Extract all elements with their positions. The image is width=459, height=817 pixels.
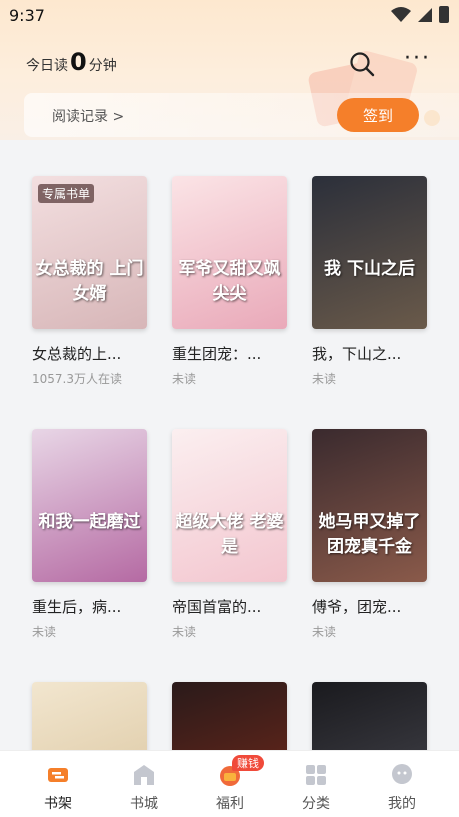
book-cover[interactable]: 超级大佬 老婆是 (172, 429, 287, 582)
category-icon (306, 765, 326, 785)
cover-title: 她马甲又掉了 团宠真千金 (318, 512, 421, 557)
more-menu-icon[interactable]: ··· (404, 48, 432, 74)
book-cover[interactable]: 她马甲又掉了 团宠真千金 (312, 429, 427, 582)
book-item[interactable] (172, 682, 288, 750)
book-title: 傅爷，团宠... (312, 598, 402, 616)
cover-title: 我 下山之后 (324, 259, 415, 279)
book-title: 帝国首富的... (172, 598, 262, 616)
book-title: 重生团宠：... (172, 345, 262, 363)
tab-welfare[interactable]: 赚钱福利 (190, 751, 270, 817)
tab-profile[interactable]: 我的 (362, 751, 442, 817)
profile-icon (392, 764, 412, 784)
earn-badge: 赚钱 (232, 755, 264, 771)
status-icons (391, 6, 449, 23)
tab-label: 我的 (388, 796, 416, 812)
bookshelf-icon (48, 768, 68, 782)
book-status: 未读 (312, 625, 337, 639)
tab-label: 福利 (216, 796, 244, 812)
cover-title: 女总裁的 上门女婿 (35, 259, 144, 304)
reading-prefix: 今日读 (26, 58, 68, 74)
book-cover[interactable]: 我 下山之后 (312, 176, 427, 329)
tab-label: 书城 (130, 796, 158, 812)
tab-bookshelf[interactable]: 书架 (18, 751, 98, 817)
bookshelf-grid: 女总裁的 上门女婿 专属书单女总裁的上... 1057.3万人在读 军爷又甜又飒 尖尖… (0, 140, 459, 750)
tab-bookstore[interactable]: 书城 (104, 751, 184, 817)
exclusive-list-badge: 专属书单 (38, 184, 95, 203)
book-cover[interactable]: 和我一起磨过 (32, 429, 147, 582)
reading-minutes: 0 (70, 48, 87, 76)
book-cover[interactable] (312, 682, 427, 750)
book-title: 我，下山之... (312, 345, 402, 363)
book-item[interactable]: 我 下山之后我，下山之... 未读 (312, 176, 428, 387)
cover-title: 超级大佬 老婆是 (175, 512, 284, 557)
tab-category[interactable]: 分类 (276, 751, 356, 817)
book-item[interactable]: 她马甲又掉了 团宠真千金傅爷，团宠... 未读 (312, 429, 428, 640)
book-status: 未读 (32, 625, 57, 639)
checkin-button[interactable]: 签到 (337, 98, 419, 132)
book-status: 1057.3万人在读 (32, 372, 122, 386)
search-icon[interactable] (348, 50, 376, 78)
book-status: 未读 (172, 372, 197, 386)
cover-title: 军爷又甜又飒 尖尖 (178, 259, 281, 304)
bookstore-icon (134, 765, 154, 785)
battery-icon (439, 6, 449, 23)
book-item[interactable] (32, 682, 148, 750)
book-cover[interactable] (32, 682, 147, 750)
book-title: 女总裁的上... (32, 345, 122, 363)
signal-icon (418, 7, 432, 22)
book-item[interactable]: 军爷又甜又飒 尖尖重生团宠：... 未读 (172, 176, 288, 387)
bottom-tab-bar: 书架 书城 赚钱 福利 分类 我的 (0, 750, 459, 817)
book-cover[interactable]: 女总裁的 上门女婿 专属书单 (32, 176, 147, 329)
reading-history-link[interactable]: 阅读记录 > (52, 106, 124, 126)
reading-today: 今日读 0 分钟 (26, 48, 117, 76)
book-status: 未读 (312, 372, 337, 386)
book-item[interactable] (312, 682, 428, 750)
book-item[interactable]: 和我一起磨过重生后，病... 未读 (32, 429, 148, 640)
book-cover[interactable] (172, 682, 287, 750)
cover-title: 和我一起磨过 (38, 512, 141, 532)
tab-label: 分类 (302, 796, 330, 812)
tab-label: 书架 (44, 796, 72, 812)
book-status: 未读 (172, 625, 197, 639)
book-item[interactable]: 女总裁的 上门女婿 专属书单女总裁的上... 1057.3万人在读 (32, 176, 148, 387)
book-item[interactable]: 超级大佬 老婆是帝国首富的... 未读 (172, 429, 288, 640)
status-bar: 9:37 (0, 0, 459, 32)
status-time: 9:37 (9, 6, 45, 25)
wifi-icon (391, 6, 411, 22)
book-title: 重生后，病... (32, 598, 122, 616)
book-cover[interactable]: 军爷又甜又飒 尖尖 (172, 176, 287, 329)
history-bar: 阅读记录 > 签到 (24, 93, 459, 137)
reading-suffix: 分钟 (88, 58, 117, 74)
